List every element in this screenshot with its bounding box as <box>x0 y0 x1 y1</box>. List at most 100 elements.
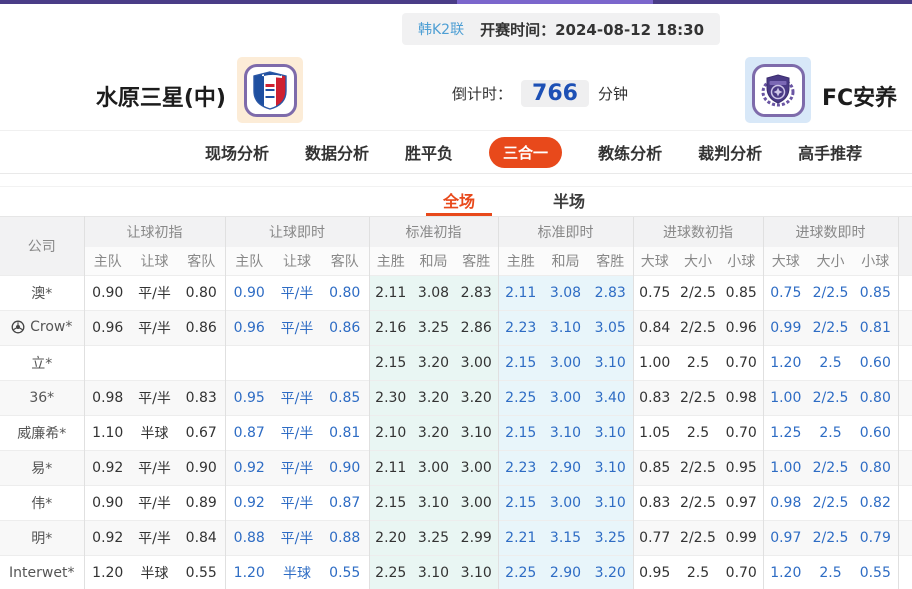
odds-cell: 平/半 <box>273 311 321 346</box>
odds-cell: 0.85 <box>321 381 369 416</box>
nav-item-2[interactable]: 胜平负 <box>405 140 453 164</box>
odds-cell: 0.89 <box>178 486 225 521</box>
odds-cell: 0.92 <box>84 451 131 486</box>
odds-cell: 3.08 <box>543 276 588 311</box>
odds-cell: 3.00 <box>543 346 588 381</box>
company-cell: 威廉希* <box>0 416 84 451</box>
company-column-header: 公司 <box>0 217 84 276</box>
odds-table-body: 澳*0.90平/半0.800.90平/半0.802.113.082.832.11… <box>0 276 912 589</box>
cutoff-cell <box>898 521 912 556</box>
odds-cell: 3.05 <box>588 311 633 346</box>
odds-cell: 0.83 <box>633 486 676 521</box>
odds-cell: 2.83 <box>588 276 633 311</box>
odds-cell: 2/2.5 <box>676 311 720 346</box>
odds-cell: 0.97 <box>720 486 763 521</box>
odds-cell: 0.70 <box>720 556 763 589</box>
cutoff-cell <box>898 556 912 589</box>
odds-cell: 平/半 <box>131 311 178 346</box>
odds-cell: 1.20 <box>763 556 808 589</box>
company-cell: 36* <box>0 381 84 416</box>
home-team-name[interactable]: 水原三星(中) <box>0 80 226 112</box>
sub-header-4-1: 大小 <box>676 247 720 276</box>
odds-cell: 2.15 <box>498 416 543 451</box>
company-cell: 易* <box>0 451 84 486</box>
group-header-4: 进球数初指 <box>633 217 763 247</box>
company-cell: 伟* <box>0 486 84 521</box>
odds-cell <box>273 346 321 381</box>
countdown-value: 766 <box>521 80 589 107</box>
odds-cell: 0.85 <box>720 276 763 311</box>
odds-cell: 0.55 <box>853 556 898 589</box>
group-header-5: 进球数即时 <box>763 217 898 247</box>
kickoff-value: 2024-08-12 18:30 <box>555 21 704 39</box>
table-row: 伟*0.90平/半0.890.92平/半0.872.153.103.002.15… <box>0 486 912 521</box>
sub-header-4-0: 大球 <box>633 247 676 276</box>
nav-item-5[interactable]: 裁判分析 <box>698 140 762 164</box>
sub-header-3-2: 客胜 <box>588 247 633 276</box>
odds-cell: 0.88 <box>225 521 273 556</box>
odds-table: 公司让球初指让球即时标准初指标准即时进球数初指进球数即时主队让球客队主队让球客队… <box>0 216 912 589</box>
league-badge[interactable]: 韩K2联 <box>418 19 464 39</box>
odds-cell: 半球 <box>131 416 178 451</box>
odds-cell: 0.55 <box>178 556 225 589</box>
table-row: 立*2.153.203.002.153.003.101.002.50.701.2… <box>0 346 912 381</box>
odds-cell: 0.60 <box>853 416 898 451</box>
odds-cell: 0.75 <box>633 276 676 311</box>
cutoff-cell <box>898 346 912 381</box>
odds-cell: 1.20 <box>763 346 808 381</box>
away-crest-icon <box>760 71 796 109</box>
nav-item-4[interactable]: 教练分析 <box>598 140 662 164</box>
odds-cell: 3.00 <box>455 451 498 486</box>
odds-cell: 3.10 <box>588 486 633 521</box>
odds-cell: 2/2.5 <box>808 451 853 486</box>
group-header-3: 标准即时 <box>498 217 633 247</box>
odds-cell: 2.5 <box>676 416 720 451</box>
tab-0[interactable]: 全场 <box>426 187 492 216</box>
odds-cell: 0.81 <box>853 311 898 346</box>
sub-header-3-0: 主胜 <box>498 247 543 276</box>
odds-cell: 平/半 <box>273 276 321 311</box>
odds-cell: 0.98 <box>720 381 763 416</box>
nav-item-0[interactable]: 现场分析 <box>205 140 269 164</box>
odds-cell: 0.86 <box>178 311 225 346</box>
odds-cell: 2.30 <box>369 381 412 416</box>
away-team-name[interactable]: FC安养 <box>822 80 897 112</box>
odds-cell: 3.08 <box>412 276 455 311</box>
odds-cell: 2/2.5 <box>676 381 720 416</box>
odds-cell: 0.67 <box>178 416 225 451</box>
odds-cell: 2.86 <box>455 311 498 346</box>
sub-header-5-1: 大小 <box>808 247 853 276</box>
home-team-logo[interactable] <box>237 57 303 123</box>
odds-cell: 0.79 <box>853 521 898 556</box>
group-header-1: 让球即时 <box>225 217 369 247</box>
odds-cell: 平/半 <box>273 521 321 556</box>
odds-cell: 0.90 <box>178 451 225 486</box>
odds-cell: 半球 <box>131 556 178 589</box>
table-row: Crow*0.96平/半0.860.96平/半0.862.163.252.862… <box>0 311 912 346</box>
odds-cell <box>321 346 369 381</box>
table-row: Interwet*1.20半球0.551.20半球0.552.253.103.1… <box>0 556 912 589</box>
odds-cell: 2/2.5 <box>676 276 720 311</box>
odds-cell: 0.70 <box>720 346 763 381</box>
odds-cell: 0.80 <box>178 276 225 311</box>
table-row: 36*0.98平/半0.830.95平/半0.852.303.203.202.2… <box>0 381 912 416</box>
odds-table-header: 公司让球初指让球即时标准初指标准即时进球数初指进球数即时主队让球客队主队让球客队… <box>0 217 912 276</box>
away-team-logo[interactable] <box>745 57 811 123</box>
kickoff-time: 开赛时间：2024-08-12 18:30 <box>480 19 704 40</box>
kickoff-label: 开赛时间： <box>480 21 555 39</box>
odds-cell: 0.84 <box>178 521 225 556</box>
nav-item-3[interactable]: 三合一 <box>489 137 562 168</box>
odds-cell: 半球 <box>273 556 321 589</box>
nav-item-1[interactable]: 数据分析 <box>305 140 369 164</box>
odds-cell <box>225 346 273 381</box>
odds-cell: 1.25 <box>763 416 808 451</box>
odds-cell: 3.20 <box>412 346 455 381</box>
nav-item-6[interactable]: 高手推荐 <box>798 140 862 164</box>
tab-1[interactable]: 半场 <box>536 187 602 216</box>
odds-cell: 3.25 <box>412 521 455 556</box>
odds-cell: 2.15 <box>369 486 412 521</box>
odds-cell: 平/半 <box>131 276 178 311</box>
odds-cell: 3.00 <box>455 346 498 381</box>
soccer-ball-icon <box>11 320 25 334</box>
odds-cell: 0.98 <box>84 381 131 416</box>
